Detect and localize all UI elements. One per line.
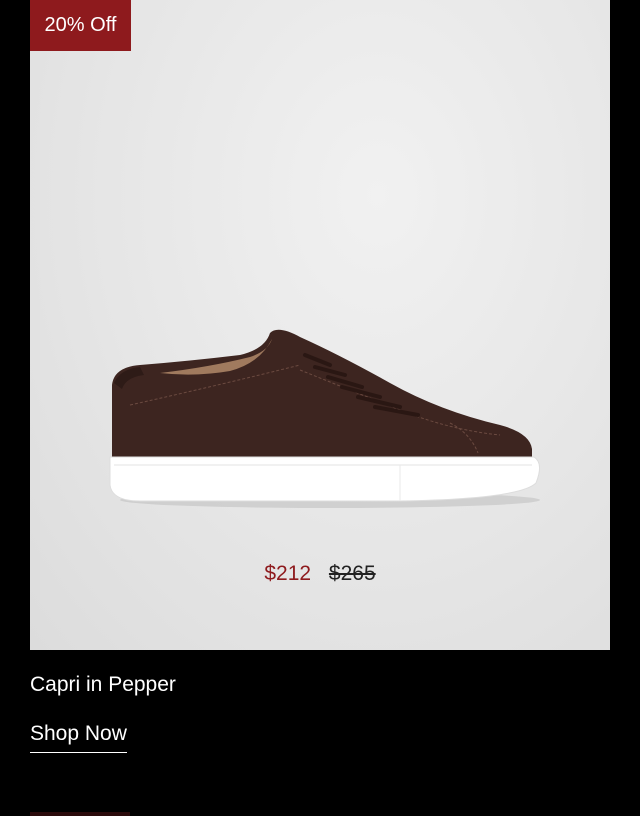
product-name[interactable]: Capri in Pepper xyxy=(30,671,176,699)
product-card[interactable]: 20% Off $212 $265 xyxy=(30,0,610,650)
product-image-sneaker[interactable] xyxy=(100,315,550,515)
sale-price: $212 xyxy=(264,562,312,585)
next-card-edge xyxy=(30,812,130,816)
price-row: $212 $265 xyxy=(30,562,610,586)
discount-badge: 20% Off xyxy=(30,0,131,51)
original-price: $265 xyxy=(328,562,376,585)
shop-now-link[interactable]: Shop Now xyxy=(30,720,127,753)
